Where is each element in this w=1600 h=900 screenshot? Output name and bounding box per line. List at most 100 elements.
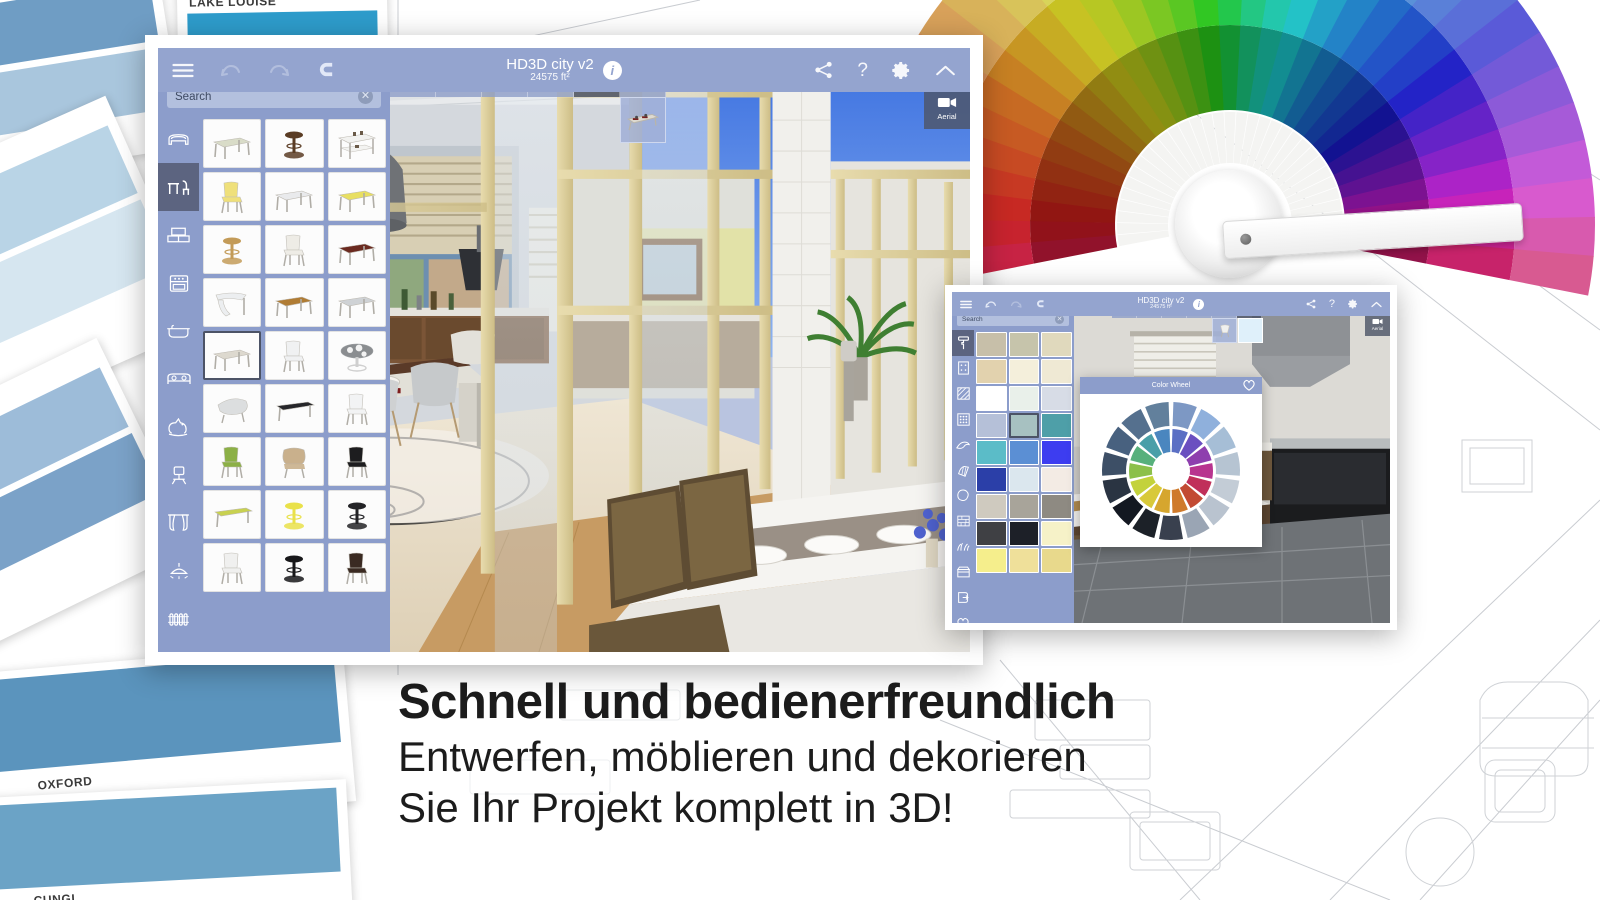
color-wheel-segment[interactable]: [1172, 401, 1197, 429]
secondary-app-window[interactable]: Plot Room Divider Joineries Objects Text…: [945, 285, 1397, 630]
texture-category-carpet[interactable]: [952, 432, 974, 458]
object-item-round-patterned-table[interactable]: [327, 331, 386, 380]
texture-category-brick[interactable]: [952, 509, 974, 535]
object-item-black-bar-stool[interactable]: [327, 490, 386, 539]
category-storage[interactable]: [158, 211, 199, 259]
category-curtains[interactable]: [158, 499, 199, 547]
redo-icon[interactable]: [1010, 300, 1022, 309]
category-heating[interactable]: [158, 595, 199, 643]
object-item-beige-armchair[interactable]: [265, 437, 324, 486]
textures-panel[interactable]: Paint & Primers Search ✕: [952, 292, 1074, 623]
object-item-wood-top-table[interactable]: [265, 278, 324, 327]
chevron-up-icon[interactable]: [935, 64, 956, 77]
object-item-glass-dining-table[interactable]: [203, 119, 262, 168]
color-wheel-segment[interactable]: [1159, 514, 1183, 540]
texture-swatch-cream[interactable]: [1041, 332, 1072, 357]
category-sofa[interactable]: [158, 115, 199, 163]
hamburger-icon[interactable]: [960, 300, 972, 309]
texture-category-rail[interactable]: [952, 330, 974, 623]
object-item-yellow-stool-table[interactable]: [265, 490, 324, 539]
undo-icon[interactable]: [220, 63, 242, 78]
selected-object-thumbnail[interactable]: [1212, 318, 1237, 343]
category-rail[interactable]: [158, 115, 199, 652]
texture-swatch-near-black[interactable]: [1008, 521, 1040, 546]
object-item-grey-folding-table[interactable]: [327, 278, 386, 327]
texture-swatch-sage-grey[interactable]: [1008, 332, 1040, 357]
object-item-adjustable-bar-stool[interactable]: [203, 225, 262, 274]
category-garage[interactable]: [158, 643, 199, 652]
object-item-white-eames-chair[interactable]: [203, 543, 262, 592]
selected-object-thumbnail[interactable]: [620, 97, 666, 143]
object-item-black-bench-table[interactable]: [265, 384, 324, 433]
color-wheel-body[interactable]: [1080, 394, 1262, 547]
texture-swatch-sea-grey[interactable]: [1008, 413, 1040, 438]
texture-swatch-ivory[interactable]: [1008, 359, 1040, 384]
share-icon[interactable]: [814, 61, 833, 79]
object-item-yellow-side-chair[interactable]: [203, 172, 262, 221]
magnet-icon[interactable]: [316, 61, 337, 79]
texture-swatch-blush-white[interactable]: [1041, 467, 1072, 492]
object-item-yellow-work-table[interactable]: [327, 172, 386, 221]
category-kids[interactable]: [158, 403, 199, 451]
gear-icon[interactable]: [1348, 299, 1358, 309]
texture-swatch-charcoal[interactable]: [976, 521, 1007, 546]
heart-icon[interactable]: [1242, 379, 1256, 393]
texture-category-favorites[interactable]: [952, 611, 974, 623]
help-icon[interactable]: ?: [1329, 298, 1335, 310]
category-beds[interactable]: [158, 355, 199, 403]
texture-category-leather[interactable]: [952, 483, 974, 509]
texture-category-tiles-diagonal[interactable]: [952, 381, 974, 407]
texture-swatch-ice[interactable]: [1008, 467, 1040, 492]
gear-icon[interactable]: [892, 61, 911, 80]
object-item-white-console-table[interactable]: [327, 119, 386, 168]
texture-swatch-pale-blue[interactable]: [1041, 386, 1072, 411]
category-tables-chairs[interactable]: [158, 163, 199, 211]
object-item-set-dining-table[interactable]: [203, 331, 262, 380]
object-item-white-lounge-chair[interactable]: [203, 384, 262, 433]
camera-aerial-button[interactable]: Aerial: [1365, 313, 1390, 336]
texture-swatch-pale-lemon[interactable]: [1041, 521, 1072, 546]
object-item-wooden-bar-stool[interactable]: [265, 119, 324, 168]
object-item-green-medallion-chair[interactable]: [203, 437, 262, 486]
category-office[interactable]: [158, 451, 199, 499]
texture-swatch-warm-grey[interactable]: [976, 494, 1007, 519]
main-app-window[interactable]: Plot Room Divider Joineries Objects Text…: [145, 35, 983, 665]
texture-category-import[interactable]: [952, 585, 974, 611]
color-wheel-segment[interactable]: [1129, 462, 1153, 479]
texture-swatch-butter[interactable]: [1008, 548, 1040, 573]
texture-category-paint-roller[interactable]: [952, 330, 974, 356]
object-item-dark-wood-dining-table[interactable]: [327, 225, 386, 274]
object-item-white-slipcover-chair[interactable]: [265, 225, 324, 274]
texture-swatch-cornflower[interactable]: [1008, 440, 1040, 465]
texture-swatch-electric-blue[interactable]: [1041, 440, 1072, 465]
texture-swatch-lemon[interactable]: [976, 548, 1007, 573]
magnet-icon[interactable]: [1035, 299, 1046, 309]
undo-icon[interactable]: [985, 300, 997, 309]
objects-grid[interactable]: [199, 115, 390, 652]
object-item-black-pedestal-stool[interactable]: [265, 543, 324, 592]
texture-swatch-turquoise[interactable]: [976, 440, 1007, 465]
texture-category-parquet[interactable]: [952, 458, 974, 484]
texture-swatch-periwinkle[interactable]: [976, 413, 1007, 438]
category-lighting[interactable]: [158, 547, 199, 595]
clear-icon[interactable]: ✕: [1055, 315, 1064, 324]
texture-swatch-white[interactable]: [976, 386, 1007, 411]
selected-texture-thumbnail[interactable]: [1238, 318, 1263, 343]
texture-category-grass[interactable]: [952, 534, 974, 560]
color-wheel-dialog[interactable]: Color Wheel: [1080, 377, 1262, 547]
color-wheel-segment[interactable]: [1189, 462, 1213, 479]
object-item-white-cross-back-chair[interactable]: [265, 331, 324, 380]
object-item-dark-brown-chair[interactable]: [327, 543, 386, 592]
object-item-white-curved-desk[interactable]: [203, 278, 262, 327]
texture-swatch-mint-white[interactable]: [1008, 386, 1040, 411]
color-wheel-segment[interactable]: [1102, 451, 1128, 476]
texture-category-mosaic[interactable]: [952, 407, 974, 433]
texture-swatch-honey[interactable]: [1041, 548, 1072, 573]
info-icon[interactable]: i: [602, 60, 622, 80]
texture-swatch-mid-grey[interactable]: [1041, 494, 1072, 519]
color-wheel-segment[interactable]: [1214, 451, 1240, 476]
texture-swatch-stone-grey[interactable]: [1008, 494, 1040, 519]
object-item-black-director-chair[interactable]: [327, 437, 386, 486]
camera-aerial-button[interactable]: Aerial: [924, 87, 970, 129]
texture-swatch-royal-blue[interactable]: [976, 467, 1007, 492]
